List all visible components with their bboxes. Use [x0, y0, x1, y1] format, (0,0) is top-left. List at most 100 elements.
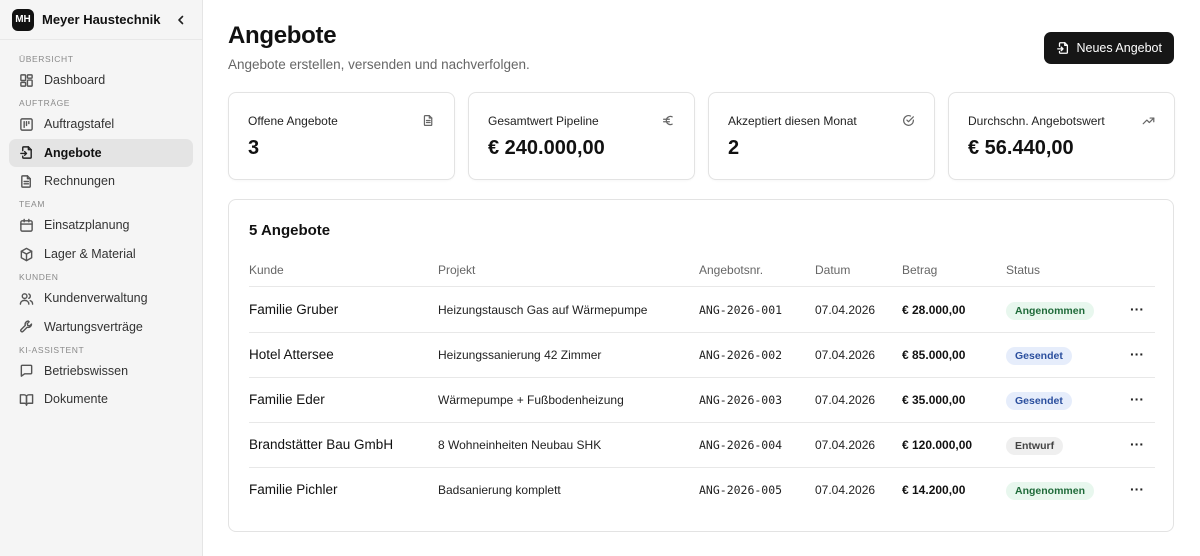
sidebar: MH Meyer Haustechnik ÜBERSICHT Dashboard… — [0, 0, 203, 556]
column-header-datum[interactable]: Datum — [815, 263, 850, 277]
sidebar-item-einsatzplanung[interactable]: Einsatzplanung — [9, 211, 193, 239]
table-row[interactable]: Familie Pichler Badsanierung komplett AN… — [249, 468, 1155, 513]
stat-label: Offene Angebote — [248, 114, 338, 128]
column-header-status[interactable]: Status — [1006, 263, 1040, 277]
sidebar-item-kundenverwaltung[interactable]: Kundenverwaltung — [9, 284, 193, 312]
more-horizontal-icon: ··· — [1130, 391, 1144, 407]
new-document-icon — [1056, 42, 1068, 54]
row-actions-button[interactable]: ··· — [1129, 346, 1145, 362]
more-horizontal-icon: ··· — [1130, 436, 1144, 452]
invoice-icon — [18, 173, 35, 190]
section-label-uebersicht: ÜBERSICHT — [19, 54, 74, 64]
column-header-projekt[interactable]: Projekt — [438, 263, 475, 277]
cell-projekt: 8 Wohneinheiten Neubau SHK — [438, 438, 602, 452]
cell-datum: 07.04.2026 — [815, 303, 876, 317]
page-subtitle: Angebote erstellen, versenden und nachve… — [228, 57, 530, 72]
row-actions-button[interactable]: ··· — [1129, 481, 1145, 497]
row-actions-button[interactable]: ··· — [1129, 301, 1145, 317]
stat-card-durchschn-angebotswert: Durchschn. Angebotswert € 56.440,00 — [948, 92, 1175, 180]
cell-kunde: Hotel Attersee — [249, 347, 334, 362]
calendar-icon — [18, 217, 35, 234]
sidebar-item-label: Angebote — [44, 145, 102, 160]
collapse-sidebar-button[interactable] — [172, 11, 190, 29]
cell-datum: 07.04.2026 — [815, 483, 876, 497]
stat-card-gesamtwert-pipeline: Gesamtwert Pipeline € 240.000,00 — [468, 92, 695, 180]
table-row[interactable]: Hotel Attersee Heizungssanierung 42 Zimm… — [249, 333, 1155, 378]
cell-betrag: € 14.200,00 — [902, 483, 966, 497]
package-icon — [18, 246, 35, 263]
sidebar-item-angebote[interactable]: Angebote — [9, 138, 193, 167]
column-header-kunde[interactable]: Kunde — [249, 263, 284, 277]
sidebar-item-wartungsvertraege[interactable]: Wartungsverträge — [9, 313, 193, 341]
cell-betrag: € 28.000,00 — [902, 303, 966, 317]
cell-angebotsnr: ANG-2026-001 — [699, 303, 783, 317]
trending-up-icon — [1141, 113, 1155, 127]
cell-kunde: Familie Pichler — [249, 482, 338, 497]
brand-header: MH Meyer Haustechnik — [0, 0, 202, 40]
sidebar-item-label: Rechnungen — [44, 174, 115, 189]
stat-label: Akzeptiert diesen Monat — [728, 114, 857, 128]
section-label-team: TEAM — [19, 199, 46, 210]
cell-kunde: Brandstätter Bau GmbH — [249, 437, 394, 452]
sidebar-item-label: Dashboard — [44, 73, 106, 87]
sidebar-item-label: Dokumente — [44, 392, 108, 407]
cell-projekt: Heizungssanierung 42 Zimmer — [438, 348, 602, 362]
table-row[interactable]: Familie Eder Wärmepumpe + Fußbodenheizun… — [249, 378, 1155, 423]
cell-angebotsnr: ANG-2026-002 — [699, 348, 783, 362]
row-actions-button[interactable]: ··· — [1129, 436, 1145, 452]
cell-datum: 07.04.2026 — [815, 393, 876, 407]
cell-betrag: € 120.000,00 — [902, 438, 973, 452]
book-icon — [18, 391, 35, 408]
status-badge: Angenommen — [1006, 302, 1095, 320]
stat-card-akzeptiert: Akzeptiert diesen Monat 2 — [708, 92, 935, 180]
stat-label: Durchschn. Angebotswert — [968, 114, 1105, 128]
board-icon — [18, 116, 35, 133]
table-title: 5 Angebote — [249, 222, 331, 239]
chevron-left-icon — [178, 15, 184, 24]
sidebar-nav: ÜBERSICHT Dashboard AUFTRÄGE Auftragstaf… — [0, 40, 202, 413]
status-badge: Gesendet — [1006, 392, 1072, 410]
more-horizontal-icon: ··· — [1130, 301, 1144, 317]
quote-icon — [18, 144, 35, 161]
stat-label: Gesamtwert Pipeline — [488, 114, 599, 128]
users-icon — [18, 290, 35, 307]
stats-row: Offene Angebote 3 Gesamtwert Pipeline € … — [228, 92, 1175, 180]
cell-angebotsnr: ANG-2026-003 — [699, 393, 783, 407]
row-actions-button[interactable]: ··· — [1129, 391, 1145, 407]
cell-betrag: € 35.000,00 — [902, 393, 966, 407]
sidebar-item-lager-material[interactable]: Lager & Material — [9, 240, 193, 268]
column-header-betrag[interactable]: Betrag — [902, 263, 937, 277]
sidebar-item-dokumente[interactable]: Dokumente — [9, 385, 193, 413]
page-title: Angebote — [228, 22, 337, 49]
status-badge: Angenommen — [1006, 482, 1095, 500]
more-horizontal-icon: ··· — [1130, 481, 1144, 497]
cell-kunde: Familie Gruber — [249, 302, 339, 317]
sidebar-item-label: Kundenverwaltung — [44, 291, 148, 306]
stat-value: € 240.000,00 — [488, 137, 605, 159]
stat-value: 3 — [248, 137, 260, 159]
sidebar-item-rechnungen[interactable]: Rechnungen — [9, 167, 193, 195]
sidebar-item-auftragstafel[interactable]: Auftragstafel — [9, 110, 193, 138]
cell-angebotsnr: ANG-2026-004 — [699, 438, 783, 452]
column-header-angebotsnr[interactable]: Angebotsnr. — [699, 263, 763, 277]
cell-datum: 07.04.2026 — [815, 348, 876, 362]
chat-icon — [18, 362, 35, 379]
status-badge: Entwurf — [1006, 437, 1064, 455]
brand-logo: MH — [12, 8, 34, 31]
table-row[interactable]: Brandstätter Bau GmbH 8 Wohneinheiten Ne… — [249, 423, 1155, 468]
sidebar-item-betriebswissen[interactable]: Betriebswissen — [9, 357, 193, 385]
status-badge: Gesendet — [1006, 347, 1072, 365]
sidebar-item-dashboard[interactable]: Dashboard — [9, 66, 193, 94]
sidebar-item-label: Betriebswissen — [44, 363, 129, 378]
cell-betrag: € 85.000,00 — [902, 348, 966, 362]
stat-value: 2 — [728, 137, 740, 159]
new-quote-button-label: Neues Angebot — [1076, 41, 1163, 55]
table-row[interactable]: Familie Gruber Heizungstausch Gas auf Wä… — [249, 288, 1155, 333]
section-label-ki-assistent: KI-ASSISTENT — [19, 344, 85, 355]
wrench-icon — [18, 318, 35, 335]
stat-card-offene-angebote: Offene Angebote 3 — [228, 92, 455, 180]
main-content: Angebote Angebote erstellen, versenden u… — [203, 0, 1200, 556]
sidebar-item-label: Einsatzplanung — [44, 218, 130, 233]
sidebar-item-label: Wartungsverträge — [44, 319, 143, 334]
new-quote-button[interactable]: Neues Angebot — [1043, 32, 1174, 64]
